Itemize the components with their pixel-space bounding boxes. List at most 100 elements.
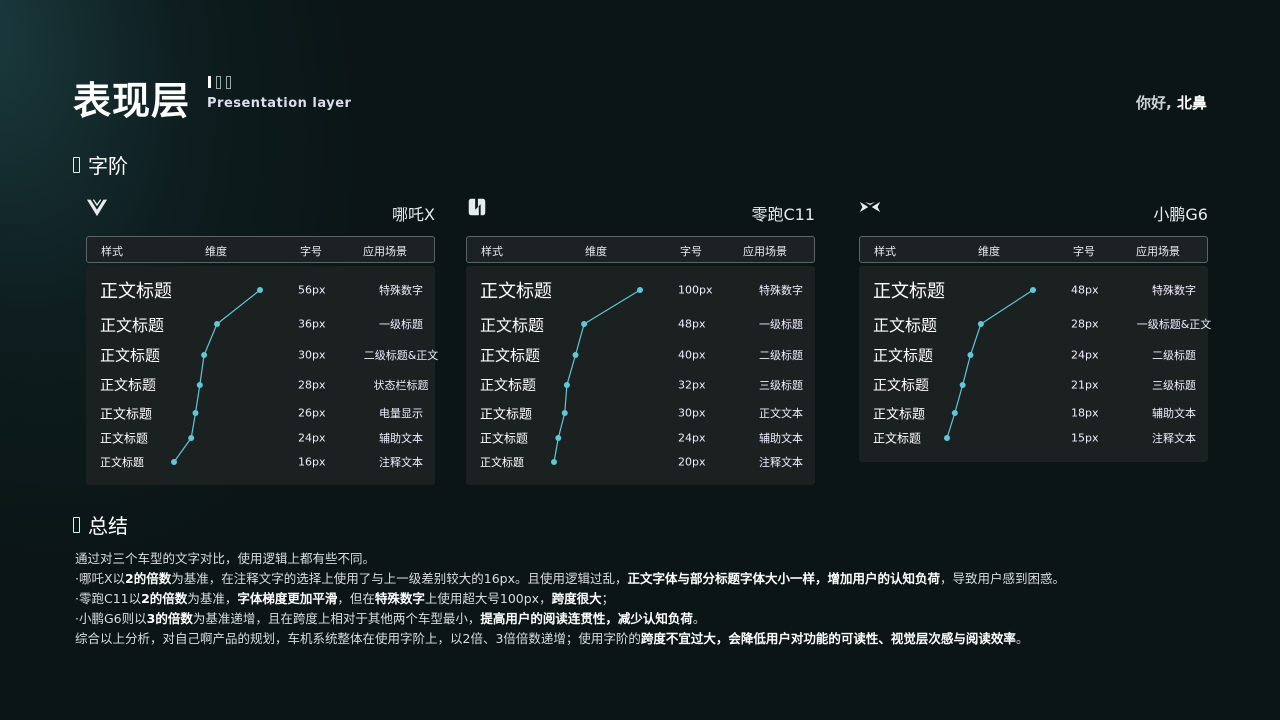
sample-text: 正文标题 <box>480 456 524 469</box>
size-value: 48px <box>1071 283 1099 297</box>
title-bars-icon <box>208 76 231 89</box>
size-curve-point <box>977 321 984 327</box>
size-value: 100px <box>678 283 713 297</box>
usage-value: 注释文本 <box>379 456 423 469</box>
section-title: 字阶 <box>88 154 128 178</box>
header-dimension: 维度 <box>585 245 607 258</box>
size-value: 48px <box>678 317 706 331</box>
header-style: 样式 <box>481 245 503 258</box>
sample-text: 正文标题 <box>100 456 144 469</box>
size-curve-point <box>581 321 588 327</box>
size-curve-point <box>951 410 958 416</box>
size-curve-line <box>946 289 1034 439</box>
section-title: 总结 <box>88 514 128 538</box>
sample-text: 正文标题 <box>873 346 934 365</box>
size-value: 24px <box>1071 348 1099 362</box>
size-value: 16px <box>298 455 326 469</box>
usage-value: 辅助文本 <box>759 432 803 445</box>
header-style: 样式 <box>874 245 896 258</box>
usage-value: 特殊数字 <box>1152 284 1196 297</box>
size-curve-line <box>173 289 261 463</box>
sample-text: 正文标题 <box>480 378 536 394</box>
size-value: 56px <box>298 283 326 297</box>
summary-line-xpeng: ·小鹏G6则以3的倍数为基准递增，且在跨度上相对于其他两个车型最小，提高用户的阅… <box>75 611 706 626</box>
size-curve-point <box>561 410 568 416</box>
neta-logo-icon <box>86 199 108 217</box>
panel-name: 哪吒X <box>392 205 435 224</box>
summary-conclusion: 综合以上分析，对自己啊产品的规划，车机系统整体在使用字阶上，以2倍、3倍倍数递增… <box>75 631 1029 646</box>
summary-text: 通过对三个车型的文字对比，使用逻辑上都有些不同。 ·哪吒X以2的倍数为基准，在注… <box>75 549 1065 649</box>
size-curve-point <box>572 352 579 358</box>
usage-value: 状态栏标题 <box>373 379 429 392</box>
size-curve-point <box>214 321 220 327</box>
size-value: 24px <box>298 431 326 445</box>
greeting-prefix: 你好, <box>1136 94 1172 112</box>
sample-text: 正文标题 <box>100 346 161 365</box>
header-dimension: 维度 <box>205 245 227 258</box>
summary-line-leapmotor: ·零跑C11以2的倍数为基准，字体梯度更加平滑，但在特殊数字上使用超大号100p… <box>75 591 615 606</box>
table-header: 样式 维度 字号 应用场景 <box>859 236 1208 263</box>
section-summary: 总结 <box>73 510 128 539</box>
sample-text: 正文标题 <box>873 431 922 446</box>
sample-text: 正文标题 <box>100 316 165 335</box>
header-size: 字号 <box>300 245 322 258</box>
size-curve-point <box>196 382 203 388</box>
size-curve-point <box>551 459 557 465</box>
size-value: 40px <box>678 348 706 362</box>
size-value: 28px <box>298 378 326 392</box>
usage-value: 二级标题 <box>759 349 803 362</box>
header-dimension: 维度 <box>978 245 1000 258</box>
usage-value: 二级标题&正文 <box>363 349 439 362</box>
sample-text: 正文标题 <box>873 281 945 302</box>
summary-line-neta: ·哪吒X以2的倍数为基准，在注释文字的选择上使用了与上一级差别较大的16px。且… <box>75 571 1066 586</box>
sample-text: 正文标题 <box>480 281 552 302</box>
usage-value: 电量显示 <box>379 407 423 420</box>
table-header: 样式 维度 字号 应用场景 <box>466 236 815 263</box>
panel-name: 小鹏G6 <box>1153 205 1208 224</box>
header-style: 样式 <box>101 245 123 258</box>
usage-value: 特殊数字 <box>759 284 803 297</box>
usage-value: 三级标题 <box>1152 379 1196 392</box>
size-curve-point <box>637 287 643 293</box>
header-usage: 应用场景 <box>743 245 787 258</box>
size-curve-point <box>192 410 199 416</box>
usage-value: 三级标题 <box>759 379 803 392</box>
size-value: 18px <box>1071 406 1099 420</box>
usage-value: 注释文本 <box>1152 432 1196 445</box>
usage-value: 辅助文本 <box>379 432 423 445</box>
size-value: 30px <box>678 406 706 420</box>
size-curve-point <box>944 435 950 441</box>
sample-text: 正文标题 <box>873 378 929 394</box>
size-value: 26px <box>298 406 326 420</box>
sample-text: 正文标题 <box>480 431 529 446</box>
size-value: 24px <box>678 431 706 445</box>
size-curve-point <box>959 382 966 388</box>
greeting: 你好, 北鼻 <box>1136 92 1207 113</box>
size-curve-point <box>257 287 263 293</box>
size-value: 21px <box>1071 378 1099 392</box>
page-title: 表现层 <box>73 79 191 123</box>
summary-intro: 通过对三个车型的文字对比，使用逻辑上都有些不同。 <box>75 551 376 566</box>
leapmotor-logo-icon <box>468 198 486 216</box>
greeting-name: 北鼻 <box>1176 94 1207 112</box>
usage-value: 一级标题&正文 <box>1136 318 1212 331</box>
size-curve-point <box>967 352 974 358</box>
size-curve-point <box>1030 287 1036 293</box>
size-curve-point <box>171 459 177 465</box>
section-type-scale: 字阶 <box>73 150 128 179</box>
table-body: 正文标题 100px 特殊数字 正文标题 48px 一级标题 正文标题 40px 二级标题 … <box>466 266 815 485</box>
section-marker-icon <box>73 516 80 533</box>
header-size: 字号 <box>680 245 702 258</box>
usage-value: 一级标题 <box>759 318 803 331</box>
table-body: 正文标题 56px 特殊数字 正文标题 36px 一级标题 正文标题 30px 二级标题&正… <box>86 266 438 485</box>
sample-text: 正文标题 <box>480 316 545 335</box>
size-curve-line <box>553 289 641 463</box>
size-curve-point <box>555 435 562 441</box>
header-usage: 应用场景 <box>363 245 407 258</box>
sample-text: 正文标题 <box>480 407 533 423</box>
usage-value: 特殊数字 <box>379 284 423 297</box>
sample-text: 正文标题 <box>480 346 541 365</box>
table-header: 样式 维度 字号 应用场景 <box>86 236 435 263</box>
usage-value: 正文文本 <box>759 407 803 420</box>
sample-text: 正文标题 <box>100 281 172 302</box>
